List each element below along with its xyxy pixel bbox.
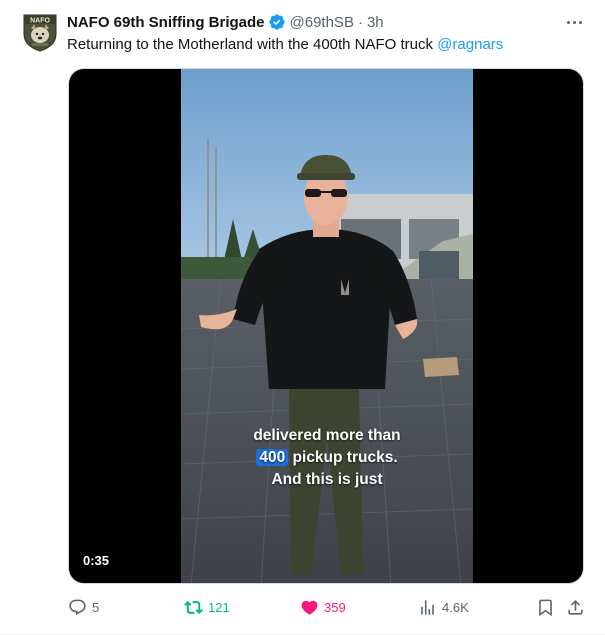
more-options-icon[interactable] [562, 12, 586, 32]
video-still-image [181, 69, 473, 583]
avatar[interactable]: NAFO [21, 12, 59, 52]
retweet-icon [184, 600, 203, 614]
caption-line-2: 400 pickup trucks. [181, 447, 473, 469]
tweet-header: NAFO 69th Sniffing Brigade @69thSB · 3h [67, 11, 384, 33]
author-handle[interactable]: @69thSB [290, 14, 354, 31]
tweet[interactable]: NAFO NAFO 69th Sniffing Brigade @69thSB … [0, 0, 605, 635]
bookmark-button[interactable] [536, 594, 555, 620]
caption-line-1: delivered more than [253, 427, 401, 444]
bookmark-icon [539, 599, 552, 616]
caption-highlight: 400 [256, 449, 289, 466]
timestamp[interactable]: 3h [367, 14, 384, 31]
author-name[interactable]: NAFO 69th Sniffing Brigade [67, 14, 265, 31]
avatar-text: NAFO [30, 18, 50, 25]
reply-icon [69, 599, 86, 615]
share-button[interactable] [566, 594, 585, 620]
verified-badge-icon[interactable] [268, 13, 286, 31]
video-frame[interactable] [181, 69, 473, 583]
separator-dot: · [357, 13, 363, 31]
video-duration: 0:35 [83, 553, 110, 568]
action-bar: 5 121 359 4.6K [0, 594, 605, 620]
heart-icon [301, 600, 318, 615]
reply-button[interactable]: 5 [68, 594, 99, 620]
video-caption: delivered more than 400 pickup trucks. A… [181, 425, 473, 491]
video-player[interactable]: delivered more than 400 pickup trucks. A… [68, 68, 584, 584]
mention-link[interactable]: @ragnars [437, 36, 503, 53]
retweet-count: 121 [208, 599, 230, 615]
views-button[interactable]: 4.6K [418, 594, 469, 620]
analytics-icon [421, 599, 434, 615]
reply-count: 5 [92, 599, 100, 615]
views-count: 4.6K [442, 599, 469, 615]
like-button[interactable]: 359 [300, 594, 346, 620]
retweet-button[interactable]: 121 [184, 594, 230, 620]
tweet-body: Returning to the Motherland with the 400… [67, 36, 438, 53]
nafo-avatar-icon: NAFO [23, 14, 57, 52]
caption-line-2-rest: pickup trucks. [288, 449, 398, 466]
caption-line-3: And this is just [271, 471, 383, 488]
tweet-text: Returning to the Motherland with the 400… [67, 36, 503, 53]
share-icon [568, 599, 583, 615]
like-count: 359 [324, 599, 346, 615]
